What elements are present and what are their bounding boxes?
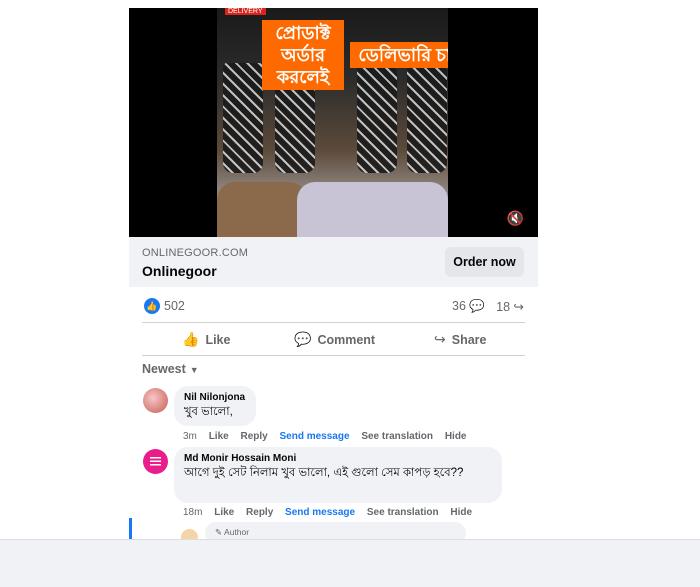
reply-indicator (129, 518, 132, 539)
post-card: DELIVERY প্রোডাক্ট অর্ডার করলেই ডেলিভারি… (129, 8, 538, 539)
video-player[interactable]: DELIVERY প্রোডাক্ট অর্ডার করলেই ডেলিভারি… (129, 8, 538, 237)
share-icon: ↪ (434, 331, 446, 347)
comment-like-link[interactable]: Like (209, 431, 229, 442)
delivery-badge: DELIVERY (225, 8, 266, 15)
link-title: Onlinegoor (142, 263, 217, 279)
pencil-icon: ✎ (215, 527, 223, 537)
comment-meta: 3m Like Reply Send message See translati… (183, 431, 475, 442)
comment-bubble: Nil Nilonjona খুব ভালো, (174, 386, 256, 426)
fabric-pile (297, 182, 448, 237)
comment-time[interactable]: 3m (183, 431, 197, 442)
reaction-stats: 👍 502 36 💬 18 ↪ (129, 295, 538, 319)
see-translation-link[interactable]: See translation (367, 507, 439, 518)
video-frame[interactable]: DELIVERY প্রোডাক্ট অর্ডার করলেই ডেলিভারি… (217, 8, 448, 237)
see-translation-link[interactable]: See translation (361, 431, 433, 442)
like-reaction-icon[interactable]: 👍 (144, 298, 160, 314)
like-button[interactable]: 👍 Like (182, 323, 230, 355)
promo-banner-line2: ডেলিভারি চার্জ ফ্রি (262, 42, 448, 98)
volume-mute-icon[interactable]: 🔇 (507, 210, 524, 227)
avatar[interactable] (143, 388, 168, 413)
page-footer-bar (0, 539, 700, 587)
comment-icon: 💬 (469, 299, 485, 313)
comment-text: খুব ভালো, (184, 406, 233, 418)
link-domain: ONLINEGOOR.COM (142, 247, 249, 259)
like-count[interactable]: 502 (164, 299, 185, 313)
author-reply-preview[interactable]: ✎ Author (205, 522, 466, 539)
chevron-down-icon: ▼ (189, 365, 199, 375)
share-icon: ↪ (513, 300, 524, 314)
comment-icon: 💬 (294, 331, 312, 347)
order-now-button[interactable]: Order now (445, 247, 524, 277)
comment-bubble: Md Monir Hossain Moni আগে দুই সেট নিলাম … (174, 447, 502, 503)
comment-count[interactable]: 36 💬 (452, 299, 485, 314)
post-actions: 👍 Like 💬 Comment ↪ Share (142, 322, 525, 356)
comment-like-link[interactable]: Like (214, 507, 234, 518)
product-dress (223, 63, 263, 173)
comment-reply-link[interactable]: Reply (246, 507, 273, 518)
share-button[interactable]: ↪ Share (434, 323, 486, 355)
thumbs-up-icon: 👍 (182, 331, 200, 347)
comment-time[interactable]: 18m (183, 507, 202, 518)
hide-comment-link[interactable]: Hide (450, 507, 472, 518)
comment-author[interactable]: Md Monir Hossain Moni (184, 453, 492, 464)
link-preview[interactable]: ONLINEGOOR.COM Onlinegoor Order now (129, 237, 538, 287)
send-message-link[interactable]: Send message (285, 507, 355, 518)
comment-sort-dropdown[interactable]: Newest ▼ (142, 362, 199, 376)
send-message-link[interactable]: Send message (280, 431, 350, 442)
fabric-pile (217, 182, 307, 237)
comment-button[interactable]: 💬 Comment (294, 323, 375, 355)
share-count[interactable]: 18 ↪ (496, 299, 524, 314)
comment-author[interactable]: Nil Nilonjona (184, 392, 246, 403)
comment-text: আগে দুই সেট নিলাম খুব ভালো, এই গুলো সেম … (184, 467, 464, 479)
author-tag: ✎ Author (215, 527, 250, 537)
list-icon (150, 457, 161, 466)
comment-meta: 18m Like Reply Send message See translat… (183, 507, 481, 518)
comment-reply-link[interactable]: Reply (240, 431, 267, 442)
hide-comment-link[interactable]: Hide (445, 431, 467, 442)
avatar[interactable] (143, 449, 168, 474)
avatar (181, 529, 198, 539)
